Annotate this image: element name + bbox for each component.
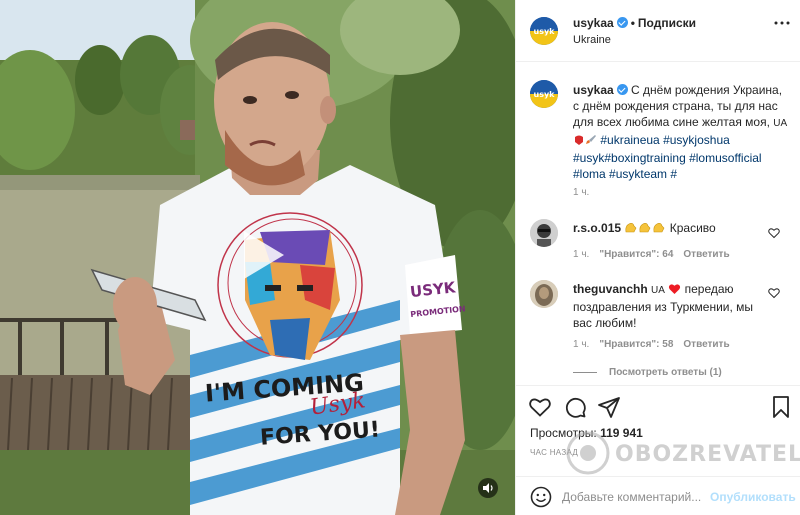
svg-text:usyk: usyk [534,90,556,99]
comment-icon[interactable] [563,395,587,419]
view-replies-line [573,371,597,373]
post-header: usyk usykaa • Подписки Ukraine [516,0,800,62]
flexed-biceps-icon [624,221,666,237]
hashtag[interactable]: #loma [573,167,606,181]
comment-username[interactable]: r.s.o.015 [573,221,621,235]
caption-avatar[interactable]: usyk [530,80,558,108]
video-player[interactable]: I'M COMING Usyk FOR YOU! USYK PROMOTION [0,0,515,515]
watermark-logo-icon [566,431,610,475]
red-heart-icon [668,283,681,299]
post-location[interactable]: Ukraine [573,34,611,46]
rocket-icon [585,134,597,150]
author-avatar[interactable]: usyk [530,17,558,45]
comment-time: 1 ч. [573,249,590,260]
reply-button[interactable]: Ответить [683,339,729,350]
more-icon[interactable] [774,18,790,28]
comment-likes[interactable]: "Нравится": 64 [599,249,673,260]
hashtag[interactable]: # [670,167,677,181]
view-replies-button[interactable]: Посмотреть ответы (1) [573,367,722,378]
verified-icon [616,84,628,95]
publish-button[interactable]: Опубликовать [710,490,796,504]
hashtag[interactable]: #usyk#boxingtraining [573,151,686,165]
comment-likes[interactable]: "Нравится": 58 [599,339,673,350]
hashtag[interactable]: #usykjoshua [663,133,730,147]
view-replies-label: Посмотреть ответы (1) [609,367,722,378]
watermark-text: OBOZREVATEL [615,442,800,467]
caption-time: 1 ч. [573,187,590,198]
hashtag[interactable]: #lomusofficial [689,151,761,165]
author-username[interactable]: usykaa [573,16,614,30]
author-username-row: usykaa • Подписки [573,16,696,30]
comment-username[interactable]: theguvanchh [573,282,648,296]
comment: r.s.o.015 Красиво [573,221,716,237]
flag-emoji: UA [651,285,665,296]
mute-icon[interactable] [478,478,498,498]
comment-meta: 1 ч. "Нравится": 58 Ответить [573,339,740,350]
play-icon[interactable] [230,225,290,285]
post-panel: usyk usykaa • Подписки Ukraine usyk usykaa… [515,0,800,515]
comment-text: Красиво [669,221,716,235]
commenter-avatar[interactable] [530,219,558,247]
following-button[interactable]: Подписки [638,16,696,30]
post-caption: usykaa С днём рождения Украина, с днём р… [573,82,788,182]
comment-time: 1 ч. [573,339,590,350]
hashtag[interactable]: #usykteam [609,167,667,181]
reply-button[interactable]: Ответить [683,249,729,260]
heart-icon[interactable] [528,395,552,419]
commenter-avatar[interactable] [530,280,558,308]
verified-icon [616,17,628,28]
boxing-glove-icon [573,134,585,150]
separator-dot: • [630,16,635,30]
bookmark-icon[interactable] [769,395,793,419]
comment: theguvanchh UA передаю поздравления из Т… [573,281,773,331]
heart-icon[interactable] [768,227,780,239]
hashtag[interactable]: #ukraineua [600,133,659,147]
comment-input[interactable] [562,487,708,507]
share-icon[interactable] [597,395,621,419]
flag-emoji: UA [773,118,788,129]
comment-meta: 1 ч. "Нравится": 64 Ответить [573,249,740,260]
caption-username[interactable]: usykaa [573,83,614,97]
svg-text:usyk: usyk [534,27,556,36]
heart-icon[interactable] [768,287,780,299]
add-comment-bar: Опубликовать [516,476,800,515]
emoji-icon[interactable] [530,486,552,508]
